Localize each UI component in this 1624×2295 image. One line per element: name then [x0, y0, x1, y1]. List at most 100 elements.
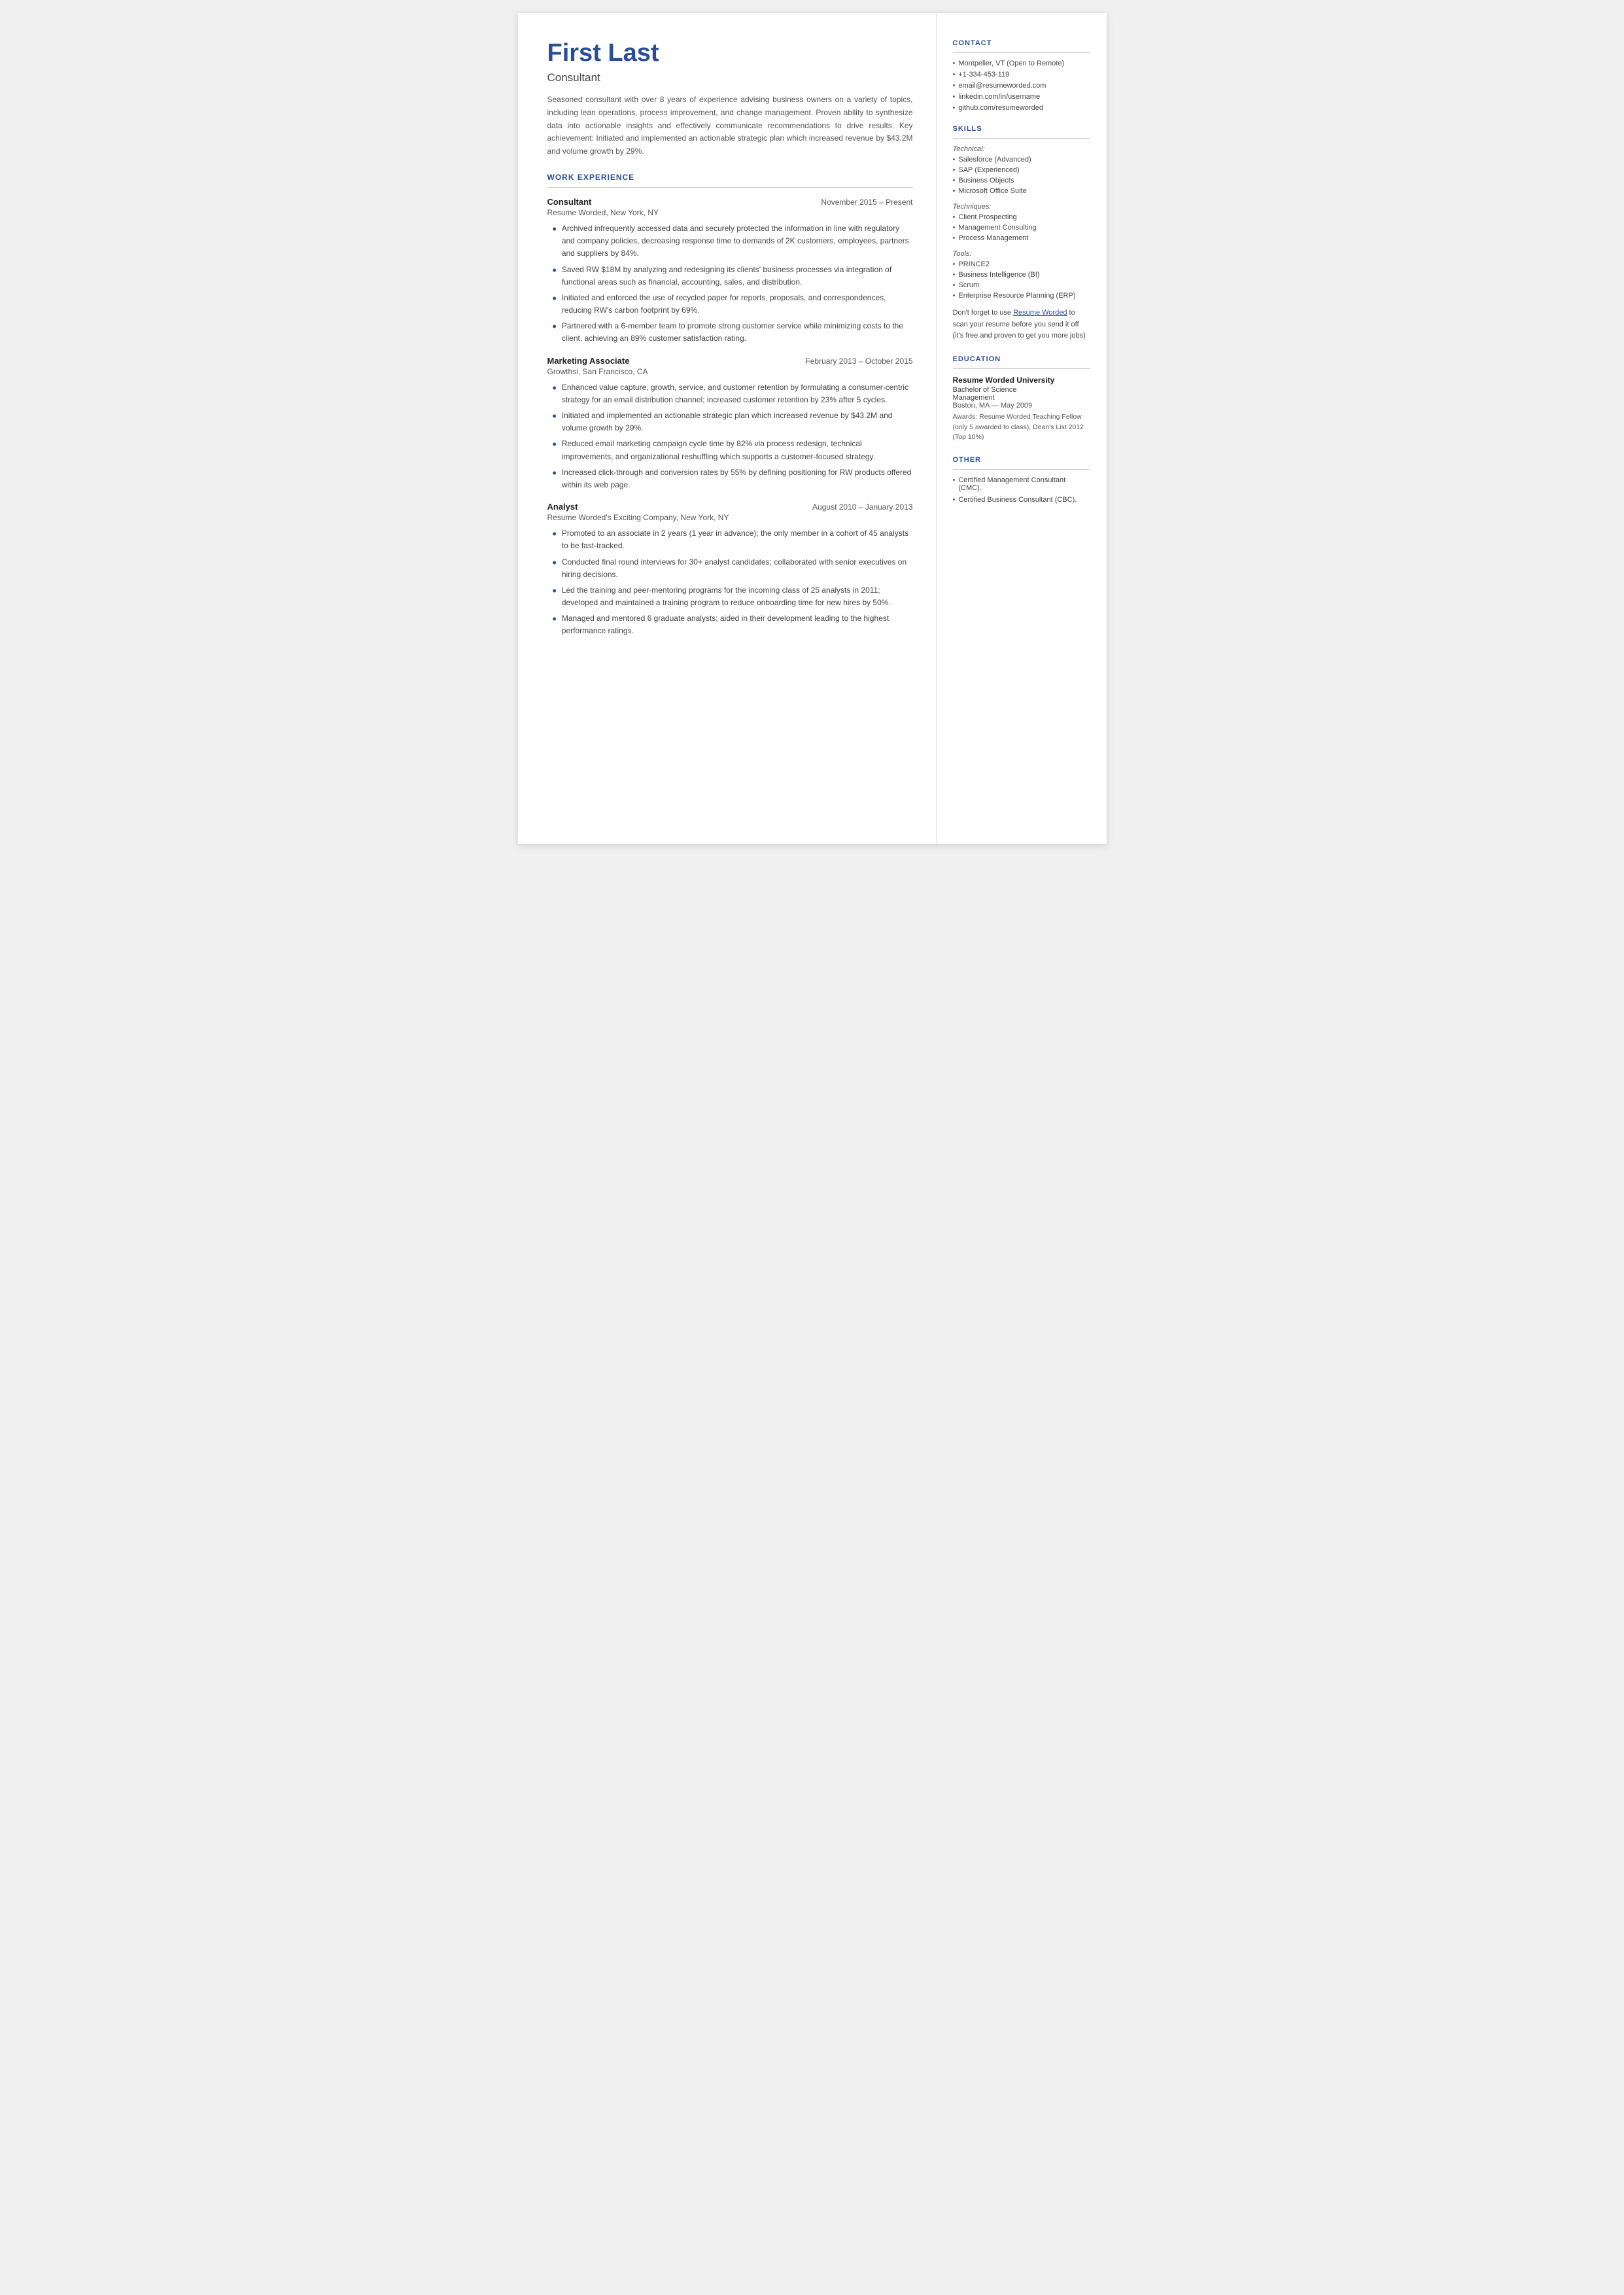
- job-1-bullets: • Archived infrequently accessed data an…: [547, 222, 913, 345]
- bullet-icon: •: [953, 187, 956, 195]
- bullet-icon: •: [953, 496, 956, 504]
- bullet-text: Promoted to an associate in 2 years (1 y…: [562, 527, 913, 552]
- list-item: • Scrum: [953, 281, 1090, 289]
- list-item: • Management Consulting: [953, 224, 1090, 232]
- edu-location: Boston, MA — May 2009: [953, 402, 1090, 410]
- bullet-icon: •: [953, 156, 956, 164]
- bullet-icon: •: [953, 476, 956, 484]
- job-3: Analyst August 2010 – January 2013 Resum…: [547, 502, 913, 638]
- bullet-icon: •: [553, 527, 557, 542]
- bullet-text: Reduced email marketing campaign cycle t…: [562, 438, 913, 463]
- tools-label: Tools:: [953, 250, 1090, 258]
- list-item: • Initiated and enforced the use of recy…: [553, 292, 913, 317]
- list-item: • Partnered with a 6-member team to prom…: [553, 320, 913, 345]
- job-2-company: Growthsi, San Francisco, CA: [547, 367, 913, 376]
- job-1: Consultant November 2015 – Present Resum…: [547, 197, 913, 345]
- job-1-title: Consultant: [547, 197, 592, 207]
- bullet-text: Increased click-through and conversion r…: [562, 466, 913, 491]
- job-2-dates: February 2013 – October 2015: [805, 357, 912, 366]
- bullet-icon: •: [553, 466, 557, 481]
- bullet-icon: •: [553, 264, 557, 278]
- work-experience-divider: [547, 187, 913, 188]
- other-divider: [953, 469, 1090, 470]
- list-item: • Salesforce (Advanced): [953, 156, 1090, 164]
- list-item: • Managed and mentored 6 graduate analys…: [553, 612, 913, 637]
- bullet-icon: •: [953, 177, 956, 184]
- list-item: • Led the training and peer-mentoring pr…: [553, 584, 913, 609]
- promo-text-before: Don't forget to use: [953, 309, 1014, 317]
- bullet-icon: •: [953, 166, 956, 174]
- bullet-icon: •: [553, 222, 557, 237]
- list-item: • Archived infrequently accessed data an…: [553, 222, 913, 260]
- job-1-company: Resume Worded, New York, NY: [547, 208, 913, 217]
- job-2-header: Marketing Associate February 2013 – Octo…: [547, 356, 913, 366]
- promo-link[interactable]: Resume Worded: [1013, 309, 1067, 317]
- job-3-title: Analyst: [547, 502, 578, 512]
- list-item: • Client Prospecting: [953, 213, 1090, 221]
- edu-awards: Awards: Resume Worded Teaching Fellow (o…: [953, 412, 1090, 443]
- left-column: First Last Consultant Seasoned consultan…: [518, 13, 937, 844]
- bullet-icon: •: [553, 556, 557, 570]
- list-item: • Enhanced value capture, growth, servic…: [553, 381, 913, 406]
- edu-university: Resume Worded University: [953, 376, 1090, 385]
- bullet-text: Led the training and peer-mentoring prog…: [562, 584, 913, 609]
- list-item: • Conducted final round interviews for 3…: [553, 556, 913, 581]
- job-2: Marketing Associate February 2013 – Octo…: [547, 356, 913, 492]
- list-item: • Process Management: [953, 234, 1090, 242]
- bullet-icon: •: [953, 213, 956, 221]
- techniques-skills: Techniques: • Client Prospecting • Manag…: [953, 203, 1090, 242]
- techniques-label: Techniques:: [953, 203, 1090, 211]
- bullet-icon: •: [953, 281, 956, 289]
- job-2-title: Marketing Associate: [547, 356, 630, 366]
- list-item: • Certified Management Consultant (CMC).: [953, 476, 1090, 492]
- education-divider: [953, 368, 1090, 369]
- technical-label: Technical:: [953, 145, 1090, 153]
- bullet-icon: •: [953, 82, 956, 90]
- edu-field: Management: [953, 394, 1090, 402]
- list-item: • Reduced email marketing campaign cycle…: [553, 438, 913, 463]
- bullet-icon: •: [953, 71, 956, 79]
- bullet-icon: •: [953, 224, 956, 232]
- skills-label: SKILLS: [953, 125, 1090, 133]
- edu-degree: Bachelor of Science: [953, 386, 1090, 394]
- other-text-1: Certified Management Consultant (CMC).: [958, 476, 1090, 492]
- list-item: • Saved RW $18M by analyzing and redesig…: [553, 264, 913, 289]
- other-section: OTHER • Certified Management Consultant …: [953, 456, 1090, 504]
- bullet-icon: •: [953, 104, 956, 112]
- list-item: • PRINCE2: [953, 260, 1090, 268]
- other-text-2: Certified Business Consultant (CBC).: [958, 496, 1077, 504]
- list-item: • Initiated and implemented an actionabl…: [553, 410, 913, 434]
- job-3-company: Resume Worded's Exciting Company, New Yo…: [547, 513, 913, 522]
- bullet-text: Managed and mentored 6 graduate analysts…: [562, 612, 913, 637]
- other-label: OTHER: [953, 456, 1090, 464]
- bullet-icon: •: [953, 271, 956, 279]
- job-1-header: Consultant November 2015 – Present: [547, 197, 913, 207]
- bullet-icon: •: [953, 93, 956, 101]
- job-3-bullets: • Promoted to an associate in 2 years (1…: [547, 527, 913, 638]
- contact-divider: [953, 52, 1090, 53]
- bullet-icon: •: [953, 292, 956, 300]
- bullet-icon: •: [553, 381, 557, 396]
- bullet-text: Saved RW $18M by analyzing and redesigni…: [562, 264, 913, 289]
- bullet-text: Partnered with a 6-member team to promot…: [562, 320, 913, 345]
- header-section: First Last Consultant Seasoned consultan…: [547, 39, 913, 158]
- work-experience-label: WORK EXPERIENCE: [547, 173, 913, 182]
- list-item: • Increased click-through and conversion…: [553, 466, 913, 491]
- work-experience-section: WORK EXPERIENCE Consultant November 2015…: [547, 173, 913, 638]
- bullet-text: Conducted final round interviews for 30+…: [562, 556, 913, 581]
- list-item: • Business Intelligence (BI): [953, 271, 1090, 279]
- technical-skills: Technical: • Salesforce (Advanced) • SAP…: [953, 145, 1090, 195]
- bullet-icon: •: [553, 584, 557, 599]
- bullet-icon: •: [953, 260, 956, 268]
- bullet-text: Initiated and implemented an actionable …: [562, 410, 913, 434]
- education-label: EDUCATION: [953, 355, 1090, 363]
- job-2-bullets: • Enhanced value capture, growth, servic…: [547, 381, 913, 492]
- bullet-icon: •: [553, 612, 557, 627]
- bullet-text: Archived infrequently accessed data and …: [562, 222, 913, 260]
- list-item: • Certified Business Consultant (CBC).: [953, 496, 1090, 504]
- bullet-text: Initiated and enforced the use of recycl…: [562, 292, 913, 317]
- bullet-icon: •: [553, 292, 557, 306]
- contact-label: CONTACT: [953, 39, 1090, 47]
- full-name: First Last: [547, 39, 913, 67]
- promo-box: Don't forget to use Resume Worded to sca…: [953, 307, 1090, 342]
